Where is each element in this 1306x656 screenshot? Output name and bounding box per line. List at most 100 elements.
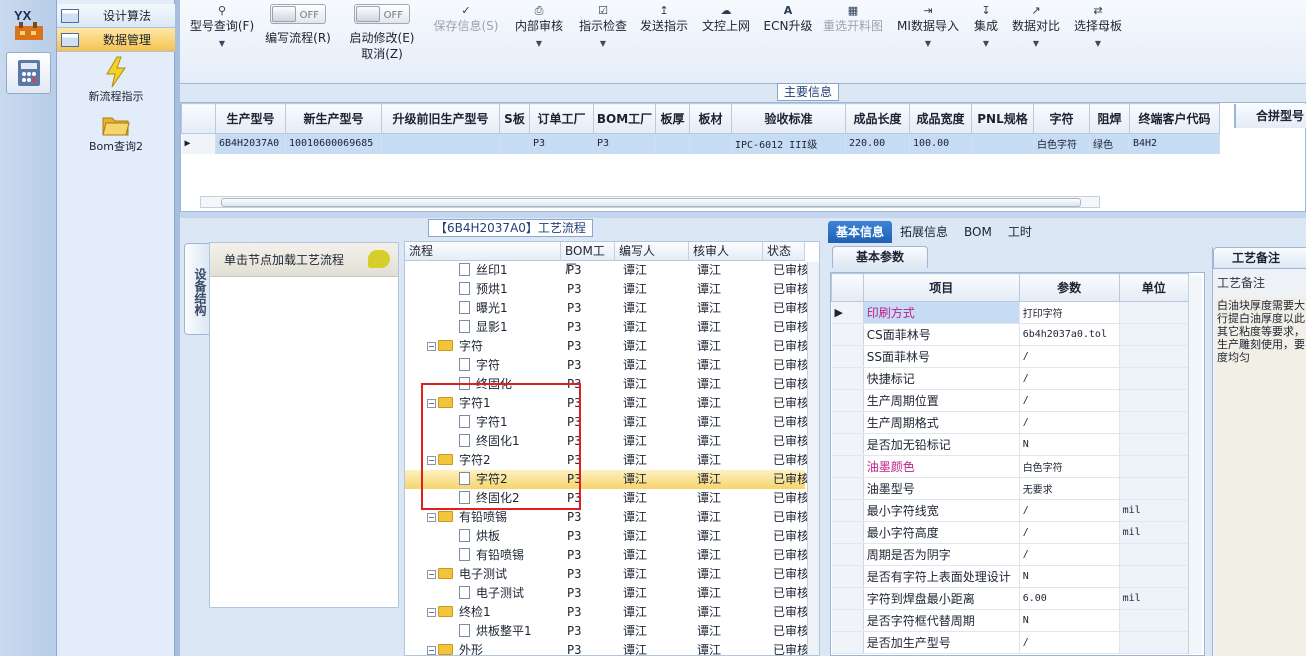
cell-production-model[interactable]: 6B4H2037A0: [215, 133, 286, 154]
tree-node-row[interactable]: 显影1 P3 谭江 谭江 已审核: [405, 318, 809, 337]
column-header[interactable]: 终端客户代码: [1129, 103, 1220, 134]
cell-standard[interactable]: IPC-6012 III级: [731, 133, 846, 154]
chat-bubble-icon[interactable]: [368, 250, 390, 268]
tree-node-cell[interactable]: 电子测试: [459, 584, 524, 603]
cell-length[interactable]: 220.00: [845, 133, 910, 154]
tree-folder-row[interactable]: − 有铅喷锡 P3 谭江 谭江 已审核: [405, 508, 809, 527]
cell-width[interactable]: 100.00: [909, 133, 972, 154]
factory-logo-icon[interactable]: YX: [6, 4, 51, 46]
side-tab-equipment[interactable]: 设备结构: [184, 243, 210, 335]
splitter[interactable]: [180, 212, 1306, 218]
column-header[interactable]: 成品宽度: [909, 103, 972, 134]
table-row[interactable]: ▶ 6B4H2037A0 10010600069685 P3 P3 IPC-60…: [181, 133, 1220, 154]
column-header[interactable]: 项目: [862, 273, 1020, 302]
param-row[interactable]: ▶ 印刷方式 打印字符: [831, 301, 1190, 324]
tree-node-cell[interactable]: − 有铅喷锡: [427, 508, 507, 527]
tree-node-cell[interactable]: 丝印1: [459, 261, 508, 280]
tree-folder-row[interactable]: − 终检1 P3 谭江 谭江 已审核: [405, 603, 809, 622]
mi-import-button[interactable]: ⇥ MI数据导入 ▼: [892, 4, 964, 74]
tree-folder-row[interactable]: − 电子测试 P3 谭江 谭江 已审核: [405, 565, 809, 584]
tree-node-cell[interactable]: − 字符: [427, 337, 483, 356]
ecn-upgrade-button[interactable]: A ECN升级: [760, 4, 816, 74]
tree-node-row[interactable]: 字符 P3 谭江 谭江 已审核: [405, 356, 809, 375]
scroll-thumb[interactable]: [221, 198, 1081, 207]
tree-folder-row[interactable]: − 外形 P3 谭江 谭江 已审核: [405, 641, 809, 655]
param-row[interactable]: 生产周期位置 /: [831, 389, 1190, 412]
param-value[interactable]: 6.00: [1019, 587, 1120, 610]
param-value[interactable]: /: [1019, 345, 1120, 368]
param-value[interactable]: /: [1019, 411, 1120, 434]
param-row[interactable]: 油墨型号 无要求: [831, 477, 1190, 500]
select-mother-button[interactable]: ⇄ 选择母板 ▼: [1070, 4, 1126, 74]
merge-model-header[interactable]: 合拼型号: [1234, 104, 1306, 128]
tab-extended-info[interactable]: 拓展信息: [892, 221, 956, 243]
cell-bom-factory[interactable]: P3: [593, 133, 656, 154]
internal-review-button[interactable]: ⎙ 内部审核 ▼: [508, 4, 570, 74]
tree-node-row[interactable]: 烘板整平1 P3 谭江 谭江 已审核: [405, 622, 809, 641]
param-row[interactable]: 是否加无铅标记 N: [831, 433, 1190, 456]
column-header[interactable]: 编写人: [615, 242, 689, 260]
param-row[interactable]: CS面菲林号 6b4h2037a0.tol: [831, 323, 1190, 346]
cell-new-model[interactable]: 10010600069685: [285, 133, 382, 154]
tree-folder-row[interactable]: − 字符 P3 谭江 谭江 已审核: [405, 337, 809, 356]
param-value[interactable]: 6b4h2037a0.tol: [1019, 323, 1120, 346]
save-button[interactable]: ✓ 保存信息(S): [430, 4, 502, 74]
column-header[interactable]: 生产型号: [215, 103, 286, 134]
cancel-label[interactable]: 取消(Z): [361, 46, 403, 62]
cell-order-factory[interactable]: P3: [529, 133, 594, 154]
nav-item-data-management[interactable]: 数据管理: [57, 28, 175, 52]
column-header[interactable]: 状态: [763, 242, 805, 260]
param-row[interactable]: 最小字符高度 / mil: [831, 521, 1190, 544]
param-value[interactable]: 白色字符: [1019, 455, 1120, 478]
param-row[interactable]: 字符到焊盘最小距离 6.00 mil: [831, 587, 1190, 610]
cell-thickness[interactable]: [655, 133, 690, 154]
tree-node-row[interactable]: 丝印1 P3 谭江 谭江 已审核: [405, 261, 809, 280]
collapse-icon[interactable]: −: [427, 646, 436, 655]
param-row[interactable]: 是否有字符上表面处理设计 N: [831, 565, 1190, 588]
cut-chart-button[interactable]: ▦ 重选开料图: [820, 4, 886, 74]
cell-material[interactable]: [689, 133, 732, 154]
param-value[interactable]: N: [1019, 609, 1120, 632]
param-value[interactable]: N: [1019, 565, 1120, 588]
tree-node-cell[interactable]: 有铅喷锡: [459, 546, 524, 565]
param-row[interactable]: 油墨颜色 白色字符: [831, 455, 1190, 478]
start-modify-toggle[interactable]: OFF 启动修改(E) 取消(Z): [346, 4, 418, 74]
tab-basic-info[interactable]: 基本信息: [828, 221, 893, 243]
column-header[interactable]: 字符: [1033, 103, 1090, 134]
param-value[interactable]: /: [1019, 499, 1120, 522]
tree-node-cell[interactable]: − 电子测试: [427, 565, 507, 584]
param-row[interactable]: SS面菲林号 /: [831, 345, 1190, 368]
doc-upload-button[interactable]: ☁ 文控上网: [698, 4, 754, 74]
tree-node-row[interactable]: 曝光1 P3 谭江 谭江 已审核: [405, 299, 809, 318]
column-header[interactable]: 核审人: [689, 242, 763, 260]
cell-old-model[interactable]: [381, 133, 500, 154]
column-header[interactable]: S板: [499, 103, 530, 134]
column-header[interactable]: BOM工厂: [593, 103, 656, 134]
tree-node-cell[interactable]: 显影1: [459, 318, 508, 337]
param-value[interactable]: 无要求: [1019, 477, 1120, 500]
column-header[interactable]: 新生产型号: [285, 103, 382, 134]
column-header[interactable]: 板材: [689, 103, 732, 134]
param-row[interactable]: 周期是否为阴字 /: [831, 543, 1190, 566]
tree-node-row[interactable]: 电子测试 P3 谭江 谭江 已审核: [405, 584, 809, 603]
tree-node-cell[interactable]: 字符: [459, 356, 500, 375]
column-header[interactable]: 板厚: [655, 103, 690, 134]
param-value[interactable]: /: [1019, 389, 1120, 412]
tree-node-cell[interactable]: 预烘1: [459, 280, 508, 299]
tab-work-hours[interactable]: 工时: [1000, 221, 1040, 243]
tree-scrollbar[interactable]: [807, 262, 819, 655]
column-header[interactable]: PNL规格: [971, 103, 1034, 134]
collapse-icon[interactable]: −: [427, 608, 436, 617]
param-row[interactable]: 快捷标记 /: [831, 367, 1190, 390]
column-header[interactable]: BOM工厂: [561, 242, 615, 276]
column-header[interactable]: 成品长度: [845, 103, 910, 134]
send-instruction-button[interactable]: ↥ 发送指示: [636, 4, 692, 74]
tree-node-cell[interactable]: 烘板整平1: [459, 622, 532, 641]
param-value[interactable]: /: [1019, 631, 1120, 654]
tree-node-cell[interactable]: − 终检1: [427, 603, 491, 622]
tree-node-row[interactable]: 有铅喷锡 P3 谭江 谭江 已审核: [405, 546, 809, 565]
cell-character[interactable]: 白色字符: [1033, 133, 1090, 154]
remark-text[interactable]: 白油块厚度需要大 行提白油厚度以此 其它粘度等要求， 生产雕刻使用，要 度均匀: [1215, 297, 1306, 656]
horizontal-scrollbar[interactable]: [200, 196, 1100, 208]
param-row[interactable]: 是否加生产型号 /: [831, 631, 1190, 654]
